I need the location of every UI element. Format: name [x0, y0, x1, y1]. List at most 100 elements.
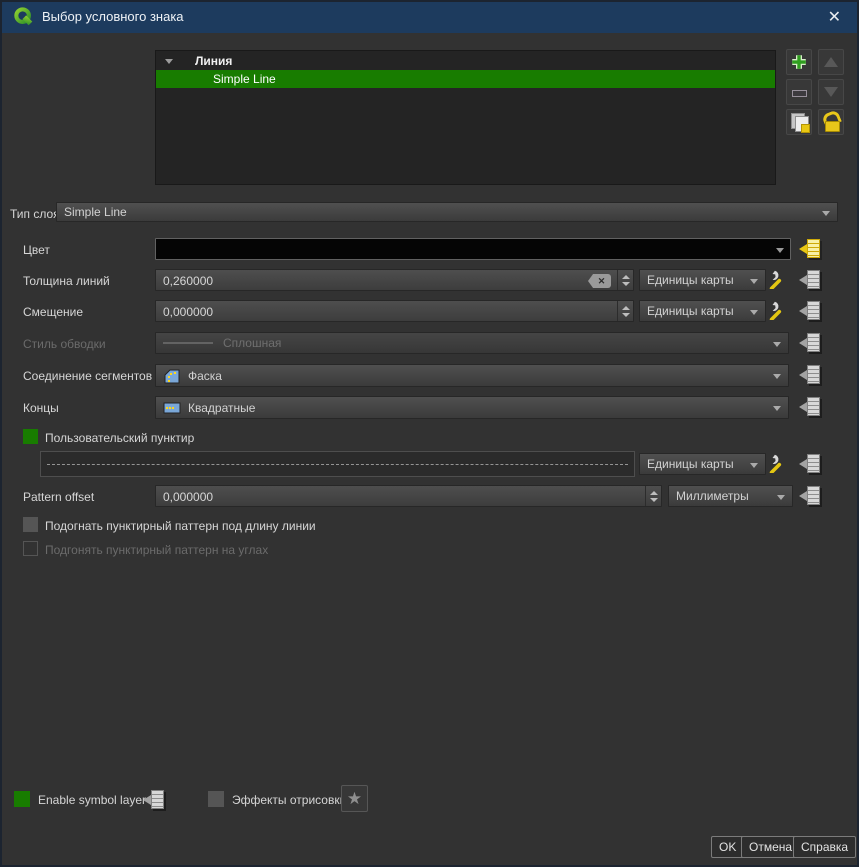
stroke-style-data-defined-button[interactable]: [799, 331, 823, 355]
data-defined-icon: [799, 338, 807, 348]
stroke-style-value: Сплошная: [223, 336, 282, 350]
enable-layer-data-defined-button[interactable]: [143, 788, 167, 812]
add-symbol-layer-button[interactable]: [786, 49, 812, 75]
tree-group-row[interactable]: Линия: [156, 52, 775, 70]
dash-data-defined-button[interactable]: [799, 452, 823, 476]
window-title: Выбор условного знака: [42, 9, 184, 24]
custom-dash-label: Пользовательский пунктир: [45, 431, 195, 445]
data-defined-icon: [799, 402, 807, 412]
dash-pattern-button[interactable]: [40, 451, 635, 477]
move-layer-down-button[interactable]: [818, 79, 844, 105]
data-defined-icon: [799, 244, 807, 254]
pattern-offset-unit-combo[interactable]: Миллиметры: [668, 485, 793, 507]
chevron-down-icon: [750, 310, 758, 315]
wrench-icon: [769, 454, 782, 475]
wrench-icon: [769, 301, 782, 322]
expand-arrow-icon[interactable]: [165, 59, 173, 64]
dash-pattern-preview: [47, 464, 628, 465]
stroke-style-combo: Сплошная: [155, 332, 789, 354]
lock-color-button[interactable]: [818, 109, 844, 135]
data-defined-icon: [143, 795, 151, 805]
data-defined-icon: [799, 491, 807, 501]
join-style-combo[interactable]: Фаска: [155, 364, 789, 387]
dash-unit-value: Единицы карты: [647, 457, 734, 471]
help-button[interactable]: Справка: [793, 836, 857, 858]
line-width-spin-buttons[interactable]: [617, 270, 633, 290]
line-width-unit-value: Единицы карты: [647, 273, 734, 287]
line-width-label: Толщина линий: [23, 274, 110, 288]
pattern-offset-spin-buttons[interactable]: [645, 486, 661, 506]
chevron-down-icon: [773, 342, 781, 347]
solid-line-swatch: [163, 342, 213, 344]
duplicate-layer-button[interactable]: [786, 109, 812, 135]
cap-style-data-defined-button[interactable]: [799, 395, 823, 419]
tree-item-simple-line[interactable]: Simple Line: [156, 70, 775, 88]
offset-spin-buttons[interactable]: [617, 301, 633, 321]
join-style-label: Соединение сегментов: [23, 369, 153, 383]
line-width-unit-combo[interactable]: Единицы карты: [639, 269, 766, 291]
offset-unit-value: Единицы карты: [647, 304, 734, 318]
plus-icon: [792, 55, 806, 69]
tree-item-label: Simple Line: [213, 72, 276, 86]
layer-type-combo[interactable]: Simple Line: [56, 202, 838, 222]
custom-dash-checkbox[interactable]: [23, 429, 38, 444]
color-dropdown[interactable]: [155, 238, 791, 260]
minus-icon: [792, 90, 807, 97]
close-button[interactable]: ✕: [828, 7, 841, 27]
pattern-offset-data-defined-button[interactable]: [799, 484, 823, 508]
chevron-down-icon: [750, 279, 758, 284]
line-width-data-defined-button[interactable]: [799, 268, 823, 292]
clear-value-button[interactable]: ✕: [588, 274, 611, 288]
layer-type-label: Тип слоя: [10, 207, 60, 221]
color-label: Цвет: [23, 243, 50, 257]
square-cap-icon: [163, 402, 181, 413]
cap-style-value: Квадратные: [188, 400, 256, 415]
arrow-up-icon: [824, 57, 838, 67]
offset-label: Смещение: [23, 305, 84, 319]
offset-value[interactable]: 0,000000: [163, 305, 213, 319]
data-defined-icon: [799, 459, 807, 469]
wrench-icon: [769, 270, 782, 291]
tree-group-label: Линия: [195, 54, 233, 68]
arrow-down-icon: [824, 87, 838, 97]
offset-spinbox[interactable]: 0,000000: [155, 300, 634, 322]
align-dash-label: Подогнать пунктирный паттерн под длину л…: [45, 519, 316, 533]
draw-effects-checkbox[interactable]: [208, 791, 224, 807]
offset-unit-scale-button[interactable]: [766, 300, 790, 323]
remove-symbol-layer-button[interactable]: [786, 79, 812, 105]
pattern-offset-spinbox[interactable]: 0,000000: [155, 485, 662, 507]
pattern-offset-unit-value: Миллиметры: [676, 489, 749, 503]
join-style-data-defined-button[interactable]: [799, 363, 823, 387]
data-defined-icon: [799, 275, 807, 285]
data-defined-icon: [799, 306, 807, 316]
move-layer-up-button[interactable]: [818, 49, 844, 75]
color-data-defined-button[interactable]: [799, 237, 823, 261]
tweak-dash-label: Подгонять пунктирный паттерн на углах: [45, 543, 269, 557]
chevron-down-icon: [822, 211, 830, 216]
stroke-style-label: Стиль обводки: [23, 337, 106, 351]
ok-button[interactable]: OK: [711, 836, 745, 858]
star-icon: ★: [346, 789, 363, 808]
offset-data-defined-button[interactable]: [799, 299, 823, 323]
pattern-offset-value[interactable]: 0,000000: [163, 490, 213, 504]
paint-effects-button[interactable]: ★: [341, 785, 368, 812]
symbol-layers-tree[interactable]: Линия Simple Line: [155, 50, 776, 185]
offset-unit-combo[interactable]: Единицы карты: [639, 300, 766, 322]
line-width-unit-scale-button[interactable]: [766, 269, 790, 292]
cancel-button[interactable]: Отмена: [741, 836, 801, 858]
cap-style-combo[interactable]: Квадратные: [155, 396, 789, 419]
line-width-spinbox[interactable]: 0,260000 ✕: [155, 269, 634, 291]
chevron-down-icon: [773, 374, 781, 379]
titlebar[interactable]: Выбор условного знака ✕: [0, 0, 859, 33]
chevron-down-icon: [750, 463, 758, 468]
tweak-dash-checkbox: [23, 541, 38, 556]
enable-symbol-layer-checkbox[interactable]: [14, 791, 30, 807]
chevron-down-icon: [776, 248, 784, 253]
line-width-value[interactable]: 0,260000: [163, 274, 213, 288]
enable-symbol-layer-label: Enable symbol layer: [38, 793, 147, 807]
dash-unit-combo[interactable]: Единицы карты: [639, 453, 766, 475]
dash-unit-scale-button[interactable]: [766, 453, 790, 476]
align-dash-checkbox[interactable]: [23, 517, 38, 532]
pattern-offset-label: Pattern offset: [23, 490, 95, 504]
cap-style-label: Концы: [23, 401, 59, 415]
